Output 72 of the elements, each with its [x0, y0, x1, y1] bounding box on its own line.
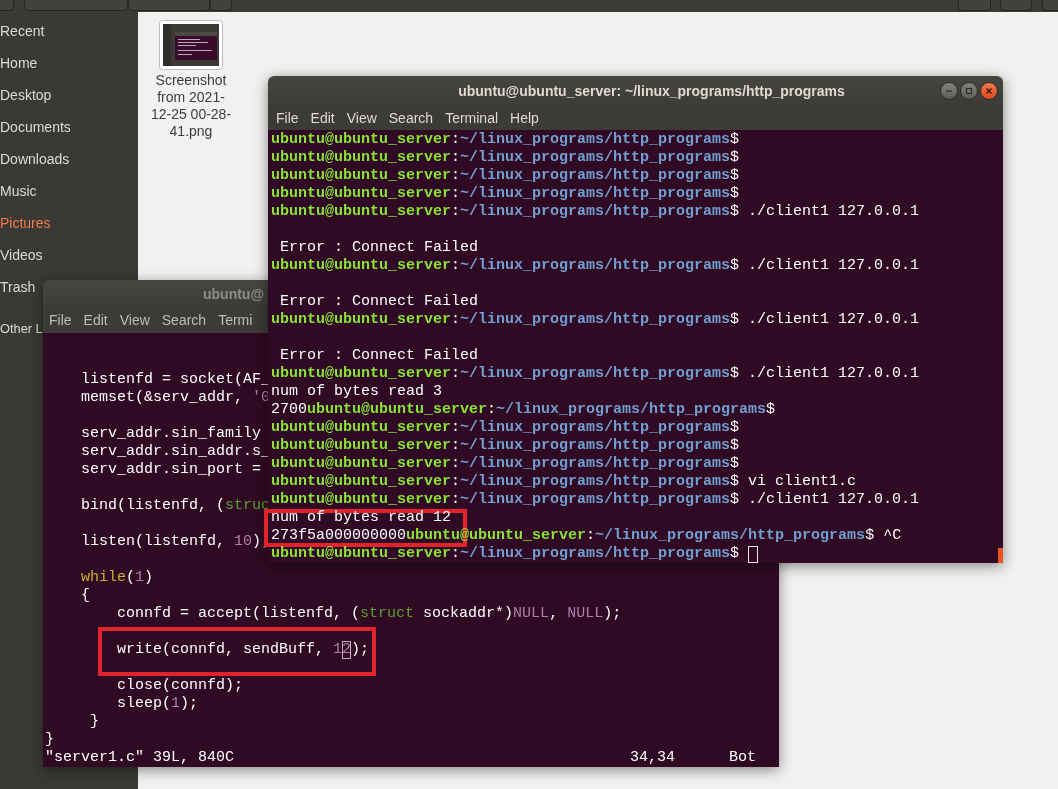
menu-item[interactable]: Help: [504, 107, 545, 129]
terminal-line: ubuntu@ubuntu_server:~/linux_programs/http_programs$: [271, 131, 740, 149]
terminal-line: num of bytes read 3: [271, 383, 443, 401]
menu-item[interactable]: Search: [382, 107, 440, 129]
code-line: close(connfd);: [117, 677, 244, 695]
terminal-line: ubuntu@ubuntu_server:~/linux_programs/http_programs$: [271, 419, 740, 437]
menu-item[interactable]: Edit: [304, 107, 341, 129]
window-title: ubuntu@ubuntu_server: ~/linux_programs/http_programs: [458, 81, 845, 101]
minimize-button[interactable]: [940, 82, 958, 100]
scrollbar-thumb[interactable]: [998, 548, 1003, 563]
terminal-line: Error : Connect Failed: [280, 347, 479, 365]
menu-item[interactable]: Edit: [77, 310, 114, 331]
terminal-line: ubuntu@ubuntu_server:~/linux_programs/http_programs$ ./client1 127.0.0.1: [271, 311, 920, 329]
sidebar-item[interactable]: Desktop: [0, 79, 52, 111]
close-icon: [985, 87, 993, 95]
sidebar-item[interactable]: Music: [0, 175, 37, 207]
terminal-line: Error : Connect Failed: [280, 239, 479, 257]
code-line: connfd = accept(listenfd, (struct sockaddr*)NULL, NULL);: [117, 605, 622, 623]
sidebar-item[interactable]: Trash: [0, 271, 36, 303]
header-button[interactable]: [210, 0, 232, 11]
code-line: serv_addr.sin_family: [81, 425, 262, 443]
sidebar-item[interactable]: Downloads: [0, 143, 70, 175]
terminal-line: ubuntu@ubuntu_server:~/linux_programs/http_programs$: [271, 545, 740, 563]
menu-item[interactable]: View: [113, 310, 156, 331]
sidebar-item[interactable]: Home: [0, 47, 38, 79]
menu-item[interactable]: File: [270, 107, 305, 129]
terminal-line: ubuntu@ubuntu_server:~/linux_programs/http_programs$ ./client1 127.0.0.1: [271, 365, 920, 383]
terminal-line: ubuntu@ubuntu_server:~/linux_programs/http_programs$ ./client1 127.0.0.1: [271, 491, 920, 509]
sidebar-item[interactable]: Other L: [0, 313, 43, 345]
header-button[interactable]: [128, 0, 210, 11]
terminal-line: Error : Connect Failed: [280, 293, 479, 311]
menu-item[interactable]: Termi: [212, 310, 259, 331]
code-line: while(1): [81, 569, 154, 587]
menu-item[interactable]: Search: [155, 310, 213, 331]
scroll-position: Bot: [729, 749, 758, 767]
maximize-icon: [965, 87, 973, 95]
status-message: "server1.c" 39L, 840C: [45, 749, 236, 767]
code-line: {: [81, 587, 91, 605]
thumbnail-drawing[interactable]: [159, 20, 223, 70]
file-name[interactable]: Screenshot from 2021-12-25 00-28-41.png: [149, 72, 233, 140]
code-line: bind(listenfd, (struc: [81, 497, 271, 515]
code-line: serv_addr.sin_addr.s_: [81, 443, 271, 461]
sidebar-item[interactable]: Pictures: [0, 207, 51, 239]
terminal-line: ubuntu@ubuntu_server:~/linux_programs/http_programs$: [271, 437, 740, 455]
code-line: sleep(1);: [117, 695, 199, 713]
sidebar-item[interactable]: Recent: [0, 15, 45, 47]
terminal-line: num of bytes read 12: [271, 509, 452, 527]
menu-item[interactable]: Terminal: [439, 107, 505, 129]
sidebar-item[interactable]: Videos: [0, 239, 43, 271]
terminal-line: ubuntu@ubuntu_server:~/linux_programs/http_programs$: [271, 455, 740, 473]
header-button[interactable]: [24, 0, 128, 11]
terminal-line: ubuntu@ubuntu_server:~/linux_programs/http_programs$ ./client1 127.0.0.1: [271, 203, 920, 221]
code-line: }: [45, 731, 54, 749]
code-line: serv_addr.sin_port =: [81, 461, 262, 479]
close-button[interactable]: [980, 82, 998, 100]
code-line: listenfd = socket(AF_: [81, 371, 271, 389]
header-button[interactable]: [958, 0, 991, 11]
terminal-line: 2700ubuntu@ubuntu_server:~/linux_programs/http_programs$: [271, 401, 776, 419]
terminal-line: ubuntu@ubuntu_server:~/linux_programs/http_programs$: [271, 167, 740, 185]
code-line: }: [90, 713, 100, 731]
header-button[interactable]: [1000, 0, 1032, 11]
sidebar-item[interactable]: Documents: [0, 111, 71, 143]
header-button[interactable]: [0, 0, 14, 11]
cursor-position: 34,34: [630, 749, 677, 767]
window-title: ubuntu@: [203, 284, 265, 304]
maximize-button[interactable]: [960, 82, 978, 100]
menu-item[interactable]: View: [340, 107, 383, 129]
terminal-line: ubuntu@ubuntu_server:~/linux_programs/http_programs$ ./client1 127.0.0.1: [271, 257, 920, 275]
terminal-line: ubuntu@ubuntu_server:~/linux_programs/http_programs$: [271, 149, 740, 167]
menu-item[interactable]: File: [43, 310, 78, 331]
terminal-line: ubuntu@ubuntu_server:~/linux_programs/http_programs$: [271, 185, 740, 203]
terminal-line: ubuntu@ubuntu_server:~/linux_programs/http_programs$ vi client1.c: [271, 473, 857, 491]
